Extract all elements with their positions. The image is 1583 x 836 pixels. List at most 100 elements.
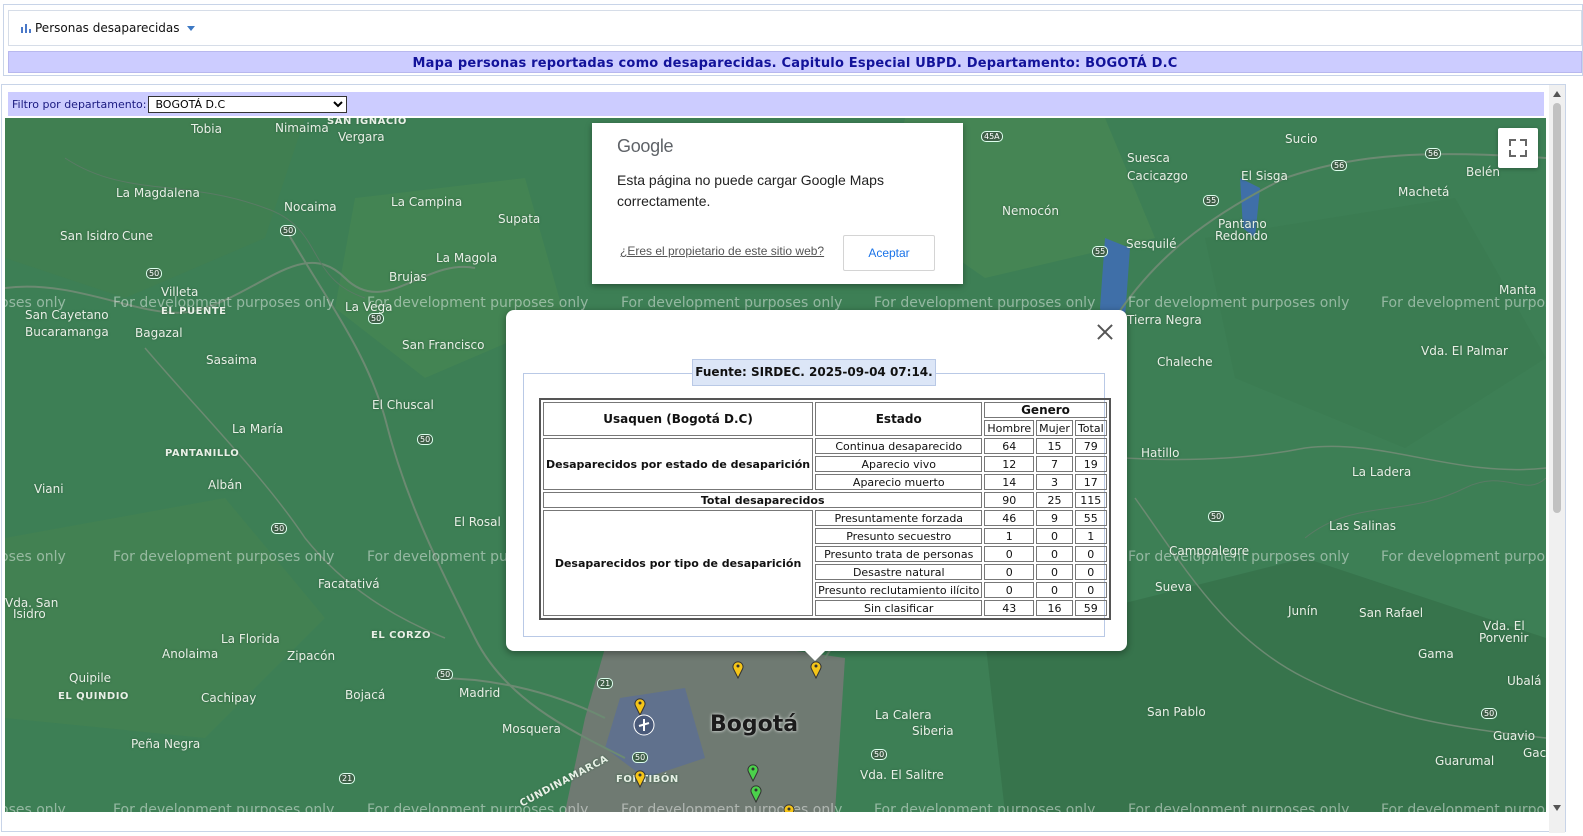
map-place-label: Sesquilé [1126, 237, 1177, 251]
cell-hombre: 43 [984, 600, 1035, 616]
cell-hombre: 90 [984, 492, 1035, 508]
map-marker-green[interactable] [750, 785, 762, 803]
map-place-label: San Isidro [60, 229, 120, 243]
map-marker-yellow[interactable] [732, 661, 744, 679]
site-owner-link[interactable]: ¿Eres el propietario de este sitio web? [620, 244, 824, 258]
row-label: Desastre natural [815, 564, 983, 580]
map-place-label: Guavio [1493, 729, 1536, 743]
map-place-label: Bucaramanga [25, 325, 109, 339]
map-marker-yellow[interactable] [783, 804, 795, 812]
page-title: Mapa personas reportadas como desapareci… [412, 56, 1178, 71]
airport-icon [633, 714, 655, 736]
map-place-label: Isidro [13, 607, 46, 621]
google-logo: Google [617, 136, 674, 156]
map-place-label: La Magdalena [116, 186, 200, 200]
map-place-label: La Magola [436, 251, 498, 265]
location-header: Usaquen (Bogotá D.C) [543, 402, 814, 436]
map-place-label: Facatativá [318, 577, 380, 591]
map-place-label: El Rosal [454, 515, 501, 529]
row-label: Presuntamente forzada [815, 510, 983, 526]
cell-mujer: 0 [1036, 546, 1073, 562]
road-shield: 45A [981, 131, 1003, 142]
row-label: Presunto secuestro [815, 528, 983, 544]
menu-personas-desaparecidas[interactable]: Personas desaparecidas [21, 21, 195, 35]
map-place-label: Chaleche [1157, 355, 1213, 369]
road-shield: 50 [1208, 511, 1225, 522]
cell-hombre: 12 [984, 456, 1035, 472]
road-shield: 50 [417, 434, 434, 445]
marker-info-window: Usaquen (Bogotá D.C) Estado Genero Hombr… [506, 310, 1127, 661]
road-shield: 21 [339, 773, 356, 784]
scroll-down-arrow-icon[interactable] [1553, 805, 1561, 811]
table-row-total: Total desaparecidos 90 25 115 [543, 492, 1107, 508]
map-place-label: Anolaima [162, 647, 219, 661]
map-place-label: Ubalá [1507, 674, 1542, 688]
map-marker-yellow[interactable] [810, 661, 822, 679]
road-shield: 50 [146, 268, 163, 279]
map-place-label: Bagazal [135, 326, 183, 340]
scroll-up-arrow-icon[interactable] [1553, 91, 1561, 97]
row-label: Aparecio muerto [815, 474, 983, 490]
map-canvas[interactable]: oses only For development purposes only … [5, 118, 1546, 812]
scroll-thumb[interactable] [1553, 103, 1561, 513]
department-select[interactable]: BOGOTÁ D.C [148, 95, 348, 113]
cell-total: 1 [1074, 528, 1107, 544]
fullscreen-button[interactable] [1498, 128, 1538, 168]
road-shield: 50 [368, 313, 385, 324]
map-place-label: La Florida [221, 632, 280, 646]
cell-total: 0 [1074, 564, 1107, 580]
stats-panel: Usaquen (Bogotá D.C) Estado Genero Hombr… [523, 373, 1111, 637]
map-place-label: EL CORZO [371, 630, 431, 641]
road-shield: 50 [1481, 708, 1498, 719]
map-place-label: Suesca [1127, 151, 1170, 165]
row-label: Presunto trata de personas [815, 546, 983, 562]
cell-mujer: 0 [1036, 582, 1073, 598]
col-hombre-header: Hombre [984, 420, 1035, 436]
map-place-label: Cacicazgo [1127, 169, 1188, 183]
cell-hombre: 0 [984, 564, 1035, 580]
map-marker-green[interactable] [747, 764, 759, 782]
estado-header: Estado [815, 402, 983, 436]
map-place-label: Quipile [69, 671, 112, 685]
map-place-label: Zipacón [287, 649, 336, 663]
map-place-label: Cachipay [201, 691, 257, 705]
map-place-label: Brujas [389, 270, 427, 284]
row-label: Sin clasificar [815, 600, 983, 616]
map-place-label: Supata [498, 212, 541, 226]
watermark-text: For development purpose [1381, 549, 1546, 565]
cell-mujer: 0 [1036, 564, 1073, 580]
row-label: Presunto reclutamiento ilícito [815, 582, 983, 598]
watermark-text: For development purpose [1381, 802, 1546, 812]
watermark-text: For development purposes only [113, 802, 335, 812]
map-place-label: Bojacá [345, 688, 386, 702]
map-marker-yellow[interactable] [634, 770, 646, 788]
map-place-label: El Sisga [1241, 169, 1288, 183]
map-place-label: EL PUENTE [161, 306, 227, 317]
map-place-label: La Vega [345, 300, 393, 314]
map-place-label: Manta [1499, 283, 1537, 297]
accept-button[interactable]: Aceptar [843, 235, 935, 271]
map-place-label: Gama [1418, 647, 1454, 661]
col-mujer-header: Mujer [1036, 420, 1073, 436]
road-shield: 50 [271, 523, 288, 534]
vertical-scrollbar[interactable] [1549, 85, 1565, 833]
watermark-text: For development purposes only [1128, 295, 1350, 311]
map-place-label: Machetá [1398, 185, 1450, 199]
map-place-label: Albán [208, 478, 243, 492]
map-place-label: SAN IGNACIO [327, 118, 407, 127]
cell-hombre: 64 [984, 438, 1035, 454]
map-place-label: Siberia [912, 724, 954, 738]
bar-chart-icon [21, 23, 31, 33]
cell-mujer: 9 [1036, 510, 1073, 526]
road-shield: 50 [871, 749, 888, 760]
table-row: Desaparecidos por estado de desaparición… [543, 438, 1107, 490]
cell-total: 115 [1074, 492, 1107, 508]
map-place-label: EL QUINDIO [58, 691, 129, 702]
road-shield: 56 [1331, 160, 1348, 171]
chevron-down-icon [186, 25, 195, 31]
cell-hombre: 14 [984, 474, 1035, 490]
maps-error-message: Esta página no puede cargar Google Maps … [617, 172, 884, 209]
close-icon[interactable] [1095, 322, 1115, 342]
cell-total: 19 [1074, 456, 1107, 472]
menu-bar: Personas desaparecidas [8, 10, 1582, 46]
